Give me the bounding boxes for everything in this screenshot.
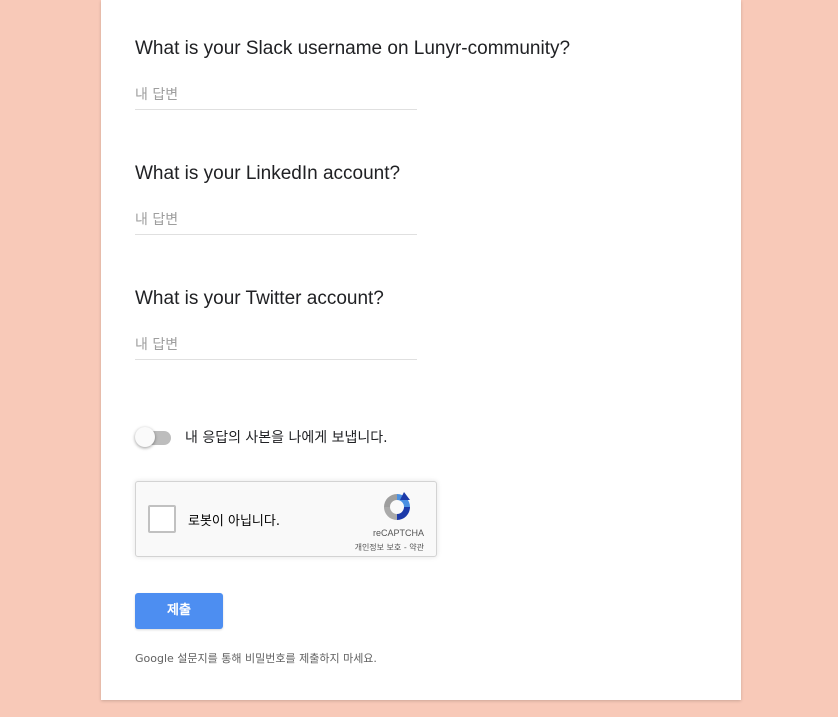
answer-input-slack[interactable]: 내 답변	[135, 83, 417, 110]
question-title: What is your Slack username on Lunyr-com…	[135, 38, 571, 59]
recaptcha-brand: reCAPTCHA	[372, 528, 424, 538]
answer-input-twitter[interactable]: 내 답변	[135, 333, 417, 360]
send-copy-toggle[interactable]	[135, 425, 175, 449]
answer-placeholder: 내 답변	[135, 87, 179, 103]
form-card: What is your Slack username on Lunyr-com…	[101, 0, 741, 700]
toggle-thumb	[135, 427, 155, 447]
question-linkedin: What is your LinkedIn account? 내 답변	[135, 162, 695, 235]
answer-input-linkedin[interactable]: 내 답변	[135, 208, 417, 235]
answer-placeholder: 내 답변	[135, 212, 179, 228]
question-slack-username: What is your Slack username on Lunyr-com…	[135, 37, 695, 110]
recaptcha-terms-link[interactable]: 약관	[409, 543, 424, 552]
recaptcha-checkbox[interactable]	[148, 505, 176, 533]
question-title: What is your LinkedIn account?	[135, 163, 401, 184]
recaptcha-label: 로봇이 아닙니다.	[188, 514, 280, 529]
question-title: What is your Twitter account?	[135, 288, 384, 309]
password-warning-note: Google 설문지를 통해 비밀번호를 제출하지 마세요.	[135, 652, 377, 665]
recaptcha-logo-icon	[384, 492, 410, 520]
submit-button[interactable]: 제출	[135, 593, 223, 629]
question-twitter: What is your Twitter account? 내 답변	[135, 287, 695, 360]
answer-placeholder: 내 답변	[135, 337, 179, 353]
recaptcha-widget: 로봇이 아닙니다. reCAPTCHA 개인정보 보호 - 약관	[135, 481, 437, 557]
recaptcha-links: 개인정보 보호 - 약관	[355, 542, 424, 553]
recaptcha-privacy-link[interactable]: 개인정보 보호	[355, 543, 402, 552]
send-copy-label: 내 응답의 사본을 나에게 보냅니다.	[185, 430, 388, 446]
